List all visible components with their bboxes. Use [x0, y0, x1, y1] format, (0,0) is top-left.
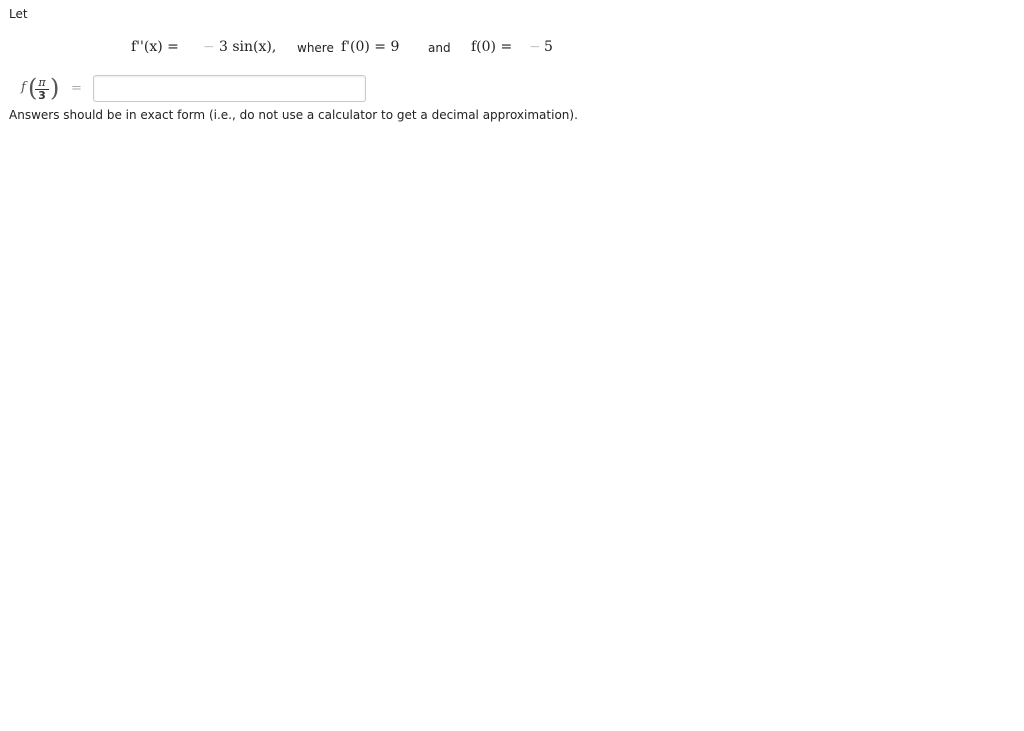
fraction-denominator: 3 [38, 89, 46, 102]
right-paren: ) [50, 74, 60, 102]
second-derivative-rhs: 3 sin(x), [219, 39, 277, 55]
given-equation: f''(x) = − 3 sin(x), where f'(0) = 9 and… [0, 37, 1024, 57]
initial-condition-lhs: f(0) = [471, 39, 513, 55]
answer-row: f ( π 3 ) = [0, 74, 1024, 105]
answer-input[interactable] [93, 75, 366, 102]
initial-condition-rhs: 5 [544, 39, 553, 55]
second-derivative-lhs: f''(x) = [131, 39, 179, 55]
instruction-note: Answers should be in exact form (i.e., d… [9, 108, 578, 122]
initial-condition-derivative: f'(0) = 9 [341, 39, 400, 55]
answer-expression: f ( π 3 ) = [21, 74, 91, 105]
and-word: and [428, 41, 451, 55]
minus-sign: − [529, 39, 541, 55]
where-word: where [297, 41, 334, 55]
minus-sign: − [203, 39, 215, 55]
fraction: π 3 [35, 77, 49, 102]
function-symbol: f [21, 80, 26, 95]
equals-sign: = [71, 81, 82, 96]
intro-text: Let [9, 7, 28, 21]
